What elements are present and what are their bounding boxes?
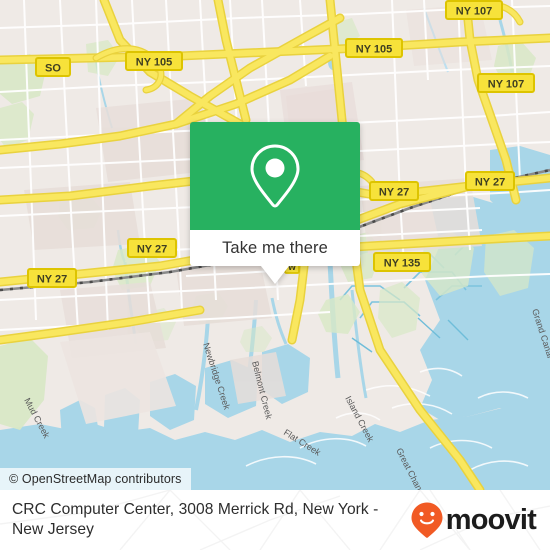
road-shield: SO [35, 57, 71, 77]
callout-footer[interactable]: Take me there [190, 230, 360, 266]
road-shield: NY 107 [445, 0, 503, 20]
svg-text:NY 27: NY 27 [475, 177, 505, 189]
map-canvas[interactable]: Mud Creek Newbridge Creek Belmont Creek … [0, 0, 550, 490]
road-shield: NY 27 [27, 268, 77, 288]
svg-text:NY 105: NY 105 [136, 57, 173, 69]
svg-text:NY 27: NY 27 [37, 274, 67, 286]
road-shield: NY 27 [369, 181, 419, 201]
moovit-pin-icon [411, 502, 443, 538]
svg-text:NY 27: NY 27 [137, 244, 167, 256]
take-me-there-callout[interactable]: Take me there [190, 122, 360, 284]
place-caption: CRC Computer Center, 3008 Merrick Rd, Ne… [12, 501, 379, 538]
svg-text:NY 107: NY 107 [456, 6, 493, 18]
svg-text:NY 107: NY 107 [488, 79, 525, 91]
road-shield: NY 27 [465, 171, 515, 191]
svg-text:SO: SO [45, 63, 61, 75]
footer-bar: CRC Computer Center, 3008 Merrick Rd, Ne… [0, 490, 550, 550]
svg-text:NY 105: NY 105 [356, 44, 393, 56]
moovit-logo[interactable]: moovit [410, 501, 537, 539]
callout-label: Take me there [222, 238, 328, 257]
osm-attribution-text: © OpenStreetMap contributors [9, 472, 182, 486]
moovit-wordmark: moovit [445, 503, 537, 536]
road-shield: NY 107 [477, 73, 535, 93]
road-shield: NY 105 [125, 51, 183, 71]
callout-tail [261, 266, 289, 284]
osm-attribution: © OpenStreetMap contributors [0, 468, 191, 490]
road-shield: NY 27 [127, 238, 177, 258]
location-pin-icon [250, 144, 300, 208]
svg-text:NY 27: NY 27 [379, 187, 409, 199]
svg-text:NY 135: NY 135 [384, 258, 421, 270]
road-shield: NY 105 [345, 38, 403, 58]
road-shield: NY 135 [373, 252, 431, 272]
map-screenshot: Mud Creek Newbridge Creek Belmont Creek … [0, 0, 550, 550]
callout-header [190, 122, 360, 230]
